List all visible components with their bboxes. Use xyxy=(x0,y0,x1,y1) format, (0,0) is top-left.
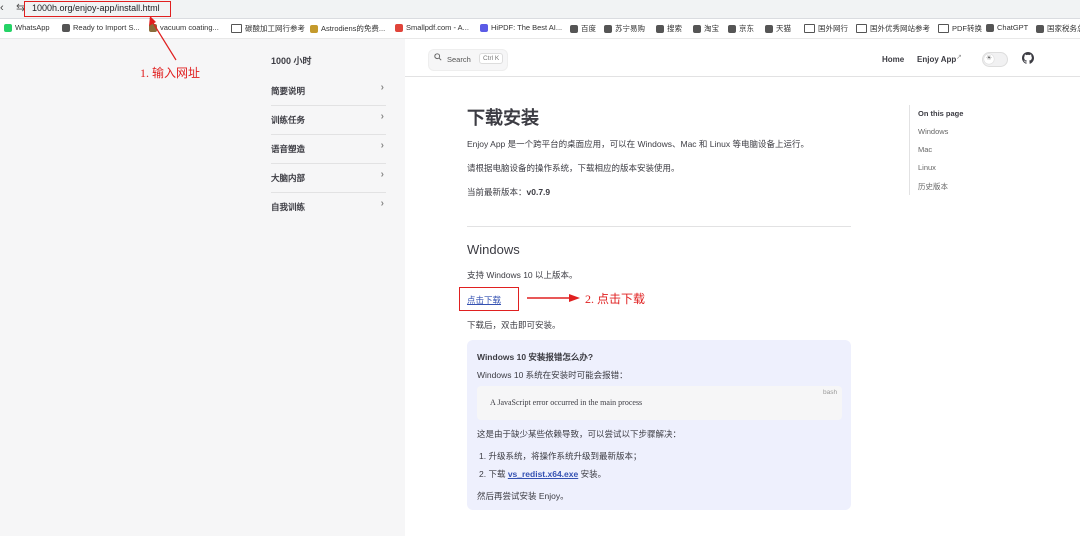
annotation-step2: 2. 点击下载 xyxy=(585,292,646,306)
arrow-head-icon xyxy=(569,294,580,302)
arrow-head-icon xyxy=(149,16,156,26)
annotation-step1: 1. 输入网址 xyxy=(140,66,201,80)
